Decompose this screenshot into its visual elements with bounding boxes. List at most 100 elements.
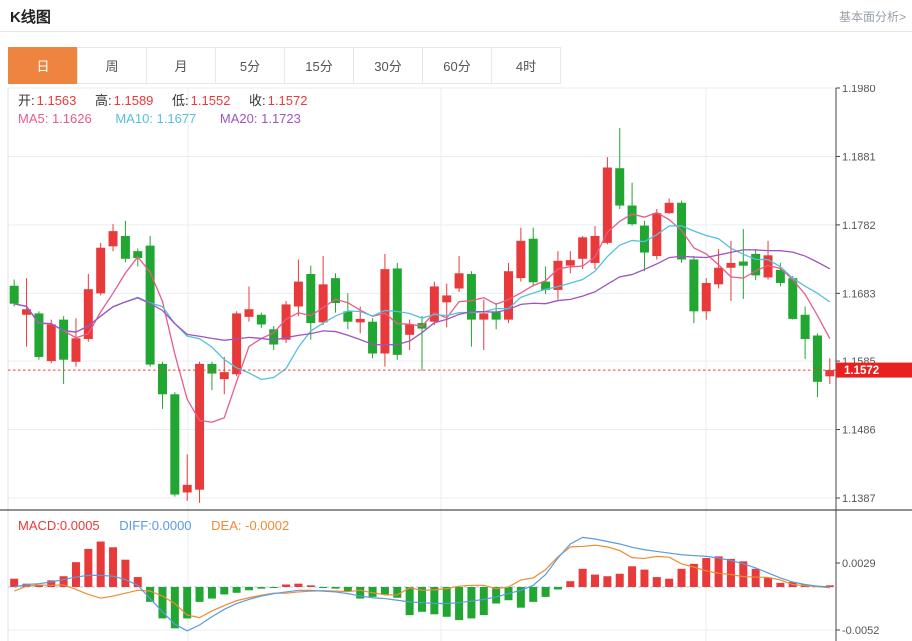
candle-body <box>257 315 266 325</box>
open-value: 1.1563 <box>37 93 77 108</box>
candle-body <box>825 370 834 376</box>
macd-bar <box>10 579 18 587</box>
macd-bar <box>566 581 574 587</box>
candle-body <box>183 485 192 493</box>
macd-bar <box>678 569 686 587</box>
candle-body <box>689 259 698 311</box>
macd-bar <box>616 574 624 587</box>
candle-body <box>170 394 179 494</box>
high-value: 1.1589 <box>114 93 154 108</box>
macd-bar <box>752 569 760 587</box>
macd-bar <box>146 587 154 602</box>
macd-bar <box>554 587 562 589</box>
ohlc-legend: 开:1.1563 高:1.1589 低:1.1552 收:1.1572 <box>18 90 322 109</box>
candle-body <box>59 320 68 360</box>
candle-body <box>368 322 377 354</box>
tab-4hour[interactable]: 4时 <box>491 47 561 84</box>
candle-body <box>47 324 56 361</box>
macd-bar <box>233 587 241 593</box>
macd-bar <box>665 579 673 587</box>
macd-bar <box>109 547 117 587</box>
macd-tick-label: 0.0029 <box>842 558 876 570</box>
macd-bar <box>331 587 339 589</box>
macd-bar <box>492 587 500 604</box>
candle-body <box>356 319 365 322</box>
tab-30min[interactable]: 30分 <box>353 47 423 84</box>
macd-bar <box>393 587 401 598</box>
candle-body <box>71 338 80 362</box>
macd-bar <box>715 556 723 587</box>
macd-bar <box>579 569 587 587</box>
tab-15min[interactable]: 15分 <box>284 47 354 84</box>
macd-bar <box>764 578 772 587</box>
macd-bar <box>776 583 784 587</box>
candle-body <box>714 268 723 285</box>
macd-bar <box>282 585 290 587</box>
macd-bar <box>196 587 204 602</box>
candle-body <box>504 271 513 319</box>
candle-body <box>10 286 19 304</box>
candle-body <box>96 248 105 294</box>
macd-bar <box>529 587 537 602</box>
ma5-value: MA5: 1.1626 <box>18 111 92 126</box>
tab-month[interactable]: 月 <box>146 47 216 84</box>
price-tick-label: 1.1387 <box>842 493 876 505</box>
price-tick-label: 1.1782 <box>842 220 876 232</box>
macd-bar <box>257 587 265 589</box>
macd-bar <box>727 559 735 587</box>
close-label: 收: <box>249 93 266 108</box>
tab-5min[interactable]: 5分 <box>215 47 285 84</box>
price-tick-label: 1.1881 <box>842 151 876 163</box>
chart-area: 1.19801.18811.17821.16831.15851.14861.13… <box>0 85 912 641</box>
macd-bar <box>319 587 327 588</box>
price-tick-label: 1.1683 <box>842 288 876 300</box>
fundamental-analysis-link[interactable]: 基本面分析> <box>839 8 906 25</box>
candle-body <box>801 315 810 339</box>
candle-body <box>405 324 414 334</box>
candle-body <box>702 283 711 311</box>
candle-body <box>109 231 118 246</box>
tab-day[interactable]: 日 <box>8 47 78 84</box>
candle-body <box>269 329 278 344</box>
macd-bar <box>443 587 451 617</box>
macd-bar <box>430 587 438 614</box>
macd-bar <box>307 585 315 587</box>
candle-body <box>813 336 822 382</box>
candle-body <box>455 273 464 288</box>
open-label: 开: <box>18 93 35 108</box>
macd-bar <box>603 576 611 587</box>
high-label: 高: <box>95 93 112 108</box>
macd-bar <box>270 587 278 588</box>
macd-bar <box>72 562 80 587</box>
candle-body <box>294 282 303 307</box>
candle-body <box>726 263 735 268</box>
candle-body <box>640 226 649 253</box>
macd-bar <box>480 587 488 615</box>
macd-bar <box>702 558 710 587</box>
candle-body <box>121 236 130 259</box>
ma-legend: MA5: 1.1626 MA10: 1.1677 MA20: 1.1723 <box>18 111 316 126</box>
k-line-chart[interactable]: 1.19801.18811.17821.16831.15851.14861.13… <box>0 85 912 641</box>
macd-bar <box>381 587 389 594</box>
ma20-value: MA20: 1.1723 <box>220 111 301 126</box>
tab-60min[interactable]: 60分 <box>422 47 492 84</box>
low-value: 1.1552 <box>191 93 231 108</box>
kline-page: K线图 基本面分析> 日周月5分15分30分60分4时 1.1980 1.1881… <box>0 0 912 641</box>
macd-bar <box>455 587 463 620</box>
page-title: K线图 <box>10 6 51 27</box>
candle-body <box>84 289 93 339</box>
candle-body <box>566 260 575 266</box>
macd-bar <box>121 560 129 587</box>
price-tick-label: 1.1980 <box>842 85 876 95</box>
macd-bar <box>220 587 228 594</box>
macd-bar <box>158 587 166 618</box>
page-header: K线图 基本面分析> <box>0 0 912 32</box>
diff-value: DIFF:0.0000 <box>119 518 191 533</box>
macd-bar <box>653 577 661 587</box>
macd-tick-label: -0.0052 <box>842 625 879 637</box>
tab-week[interactable]: 周 <box>77 47 147 84</box>
candle-body <box>442 295 451 302</box>
ma10-value: MA10: 1.1677 <box>115 111 196 126</box>
dea-value: DEA: -0.0002 <box>211 518 289 533</box>
macd-bar <box>84 549 92 587</box>
